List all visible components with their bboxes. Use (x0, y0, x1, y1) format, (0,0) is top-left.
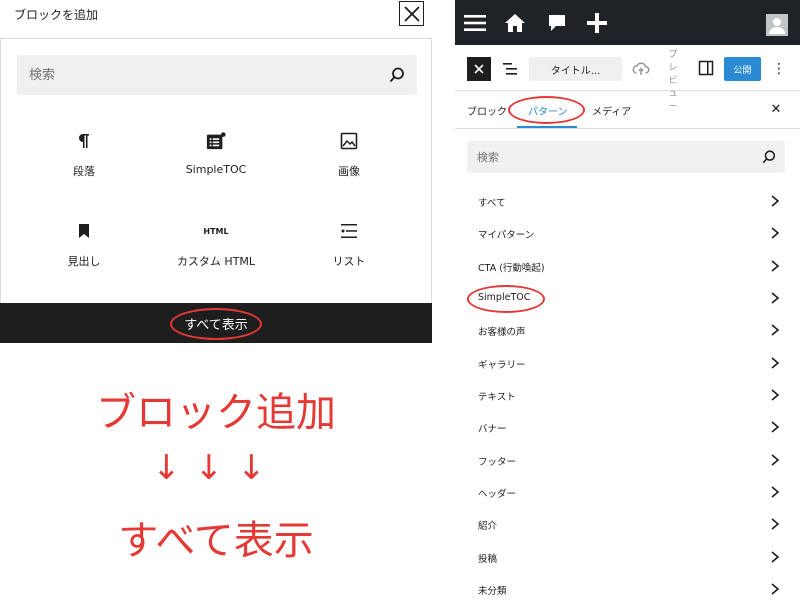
pilcrow-icon (74, 131, 94, 151)
block-simpletoc[interactable]: SimpleTOC (151, 131, 281, 211)
sidebar-toggle-icon[interactable] (698, 60, 714, 76)
close-icon (403, 5, 420, 22)
search-icon[interactable] (761, 149, 777, 165)
chevron-right-icon (771, 421, 780, 433)
chevron-right-icon (771, 260, 780, 272)
pattern-category-item[interactable]: ヘッダー (467, 476, 785, 508)
chevron-right-icon (771, 389, 780, 401)
annotation-line3: すべて表示 (118, 518, 314, 564)
tab-media[interactable]: メディア (592, 103, 631, 118)
search-icon[interactable] (388, 66, 406, 84)
chevron-right-icon (771, 518, 780, 530)
pattern-category-simpletoc[interactable]: SimpleTOC (467, 282, 785, 314)
pattern-search (467, 141, 785, 173)
tab-patterns[interactable]: パターン (528, 103, 568, 118)
tab-blocks[interactable]: ブロック (467, 103, 507, 118)
editor-mobile-panel: タイトル... プレビュー 公開 ⋮ ブロック パターン メディア ✕ すべて … (455, 0, 800, 600)
toc-icon (206, 131, 226, 151)
chevron-right-icon (771, 454, 780, 466)
pattern-category-item[interactable]: すべて (467, 185, 785, 217)
pattern-category-item[interactable]: バナー (467, 411, 785, 443)
cloud-upload-icon[interactable] (632, 60, 650, 78)
block-image[interactable]: 画像 (284, 131, 414, 211)
chevron-right-icon (771, 583, 780, 595)
document-title-button[interactable]: タイトル... (529, 57, 622, 81)
inserter-title: ブロックを追加 (14, 8, 99, 22)
avatar[interactable] (766, 14, 788, 36)
block-label: リスト (332, 255, 366, 268)
inserter-close-button[interactable] (399, 1, 424, 26)
menu-icon[interactable] (463, 12, 487, 34)
chevron-right-icon (771, 195, 780, 207)
publish-button[interactable]: 公開 (724, 57, 761, 81)
block-inserter-panel: ブロックを追加 段落 SimpleTOC (0, 0, 432, 343)
close-icon (474, 64, 484, 74)
chevron-right-icon (771, 227, 780, 239)
pattern-category-item[interactable]: 未分類 (467, 573, 785, 600)
pattern-category-item[interactable]: お客様の声 (467, 314, 785, 346)
pattern-search-input[interactable] (467, 141, 785, 173)
chevron-right-icon (771, 551, 780, 563)
bookmark-icon (74, 221, 94, 241)
more-options-icon[interactable]: ⋮ (772, 59, 786, 79)
block-label: 画像 (338, 165, 360, 178)
block-label: SimpleTOC (185, 163, 247, 176)
pattern-category-item[interactable]: マイパターン (467, 217, 785, 249)
block-list[interactable]: リスト (284, 221, 414, 301)
block-label: 段落 (73, 165, 95, 178)
annotation-arrows: ↓↓↓ (152, 448, 280, 488)
show-all-label: すべて表示 (184, 317, 248, 333)
block-heading[interactable]: 見出し (19, 221, 149, 301)
active-tab-indicator (517, 126, 577, 128)
admin-bar (455, 0, 800, 45)
inserter-search-input[interactable] (17, 55, 417, 95)
comment-icon[interactable] (545, 12, 569, 34)
pattern-category-item[interactable]: テキスト (467, 379, 785, 411)
plus-icon[interactable] (585, 12, 609, 34)
chevron-right-icon (771, 292, 780, 304)
chevron-right-icon (771, 486, 780, 498)
block-custom-html[interactable]: HTML カスタム HTML (151, 221, 281, 301)
chevron-right-icon (771, 324, 780, 336)
list-icon (339, 221, 359, 241)
inserter-search (17, 55, 417, 95)
show-all-button[interactable]: すべて表示 (0, 303, 432, 343)
pattern-category-item[interactable]: 投稿 (467, 541, 785, 573)
block-label: カスタム HTML (176, 255, 256, 268)
home-icon[interactable] (503, 12, 527, 34)
pattern-category-item[interactable]: 紹介 (467, 508, 785, 540)
block-label: 見出し (67, 255, 101, 268)
pattern-category-item[interactable]: フッター (467, 444, 785, 476)
annotation-line1: ブロック追加 (96, 390, 336, 436)
chevron-right-icon (771, 357, 780, 369)
image-icon (339, 131, 359, 151)
close-icon[interactable]: ✕ (768, 101, 784, 117)
block-paragraph[interactable]: 段落 (19, 131, 149, 211)
inserter-content: 段落 SimpleTOC 画像 見出し (0, 38, 432, 343)
document-overview-icon[interactable] (501, 59, 521, 79)
editor-toolbar: タイトル... プレビュー 公開 ⋮ (455, 45, 800, 112)
pattern-category-item[interactable]: ギャラリー (467, 347, 785, 379)
html-icon: HTML (203, 226, 229, 236)
close-inserter-button[interactable] (467, 57, 491, 81)
pattern-category-item[interactable]: CTA (行動喚起) (467, 250, 785, 282)
inserter-tabs: ブロック パターン メディア ✕ (455, 91, 800, 129)
screenshot-root: ブロックを追加 段落 SimpleTOC (0, 0, 800, 600)
